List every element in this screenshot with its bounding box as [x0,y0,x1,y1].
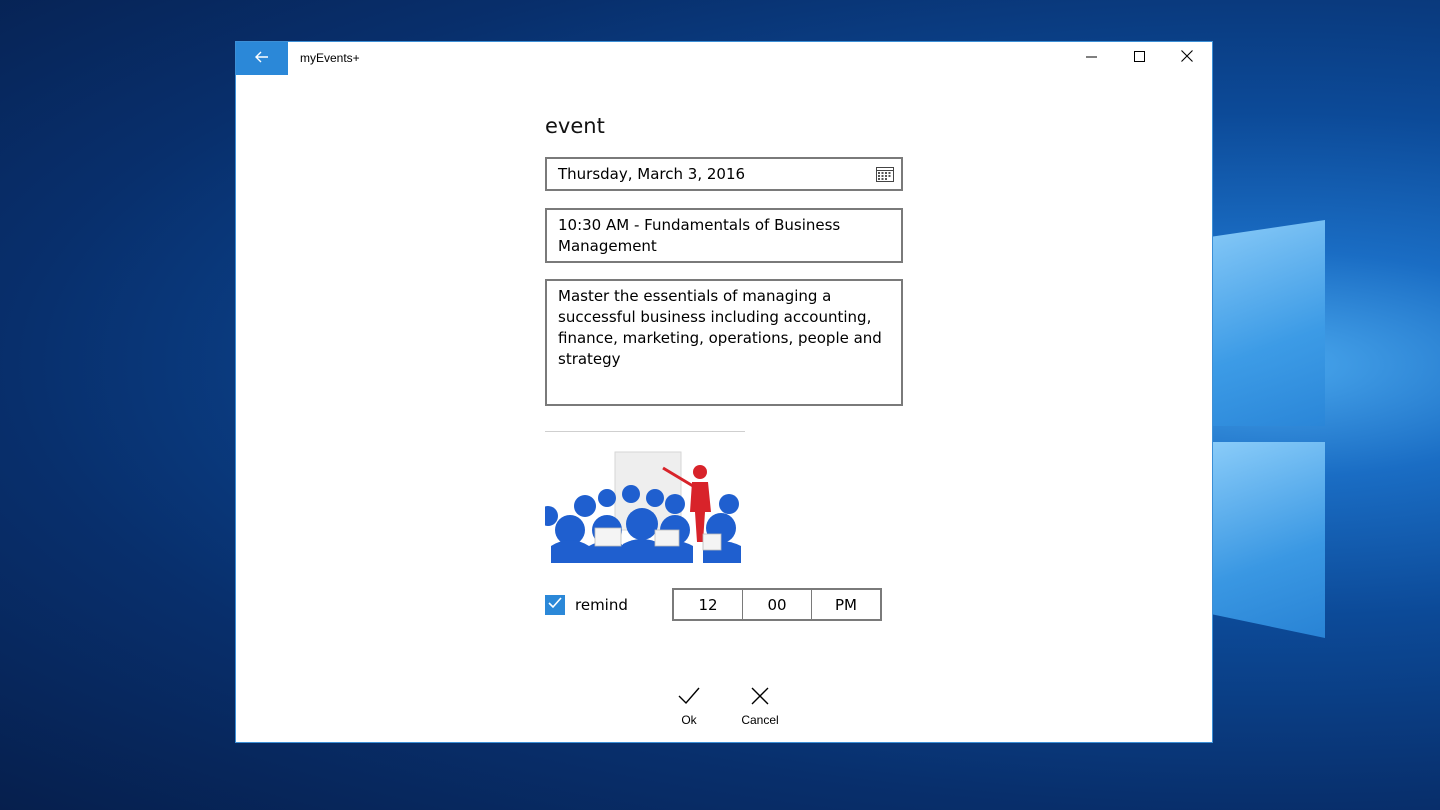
remind-checkbox[interactable] [545,595,565,615]
minute-cell[interactable]: 00 [743,590,812,619]
checkmark-icon [548,596,562,614]
period-cell[interactable]: PM [812,590,880,619]
cancel-button[interactable]: Cancel [730,686,790,727]
event-description-input[interactable]: Master the essentials of managing a succ… [545,279,903,406]
time-picker[interactable]: 12 00 PM [672,588,882,621]
title-bar: myEvents+ [236,42,1212,75]
remind-label: remind [575,596,628,614]
page-title: event [545,114,605,138]
event-image[interactable] [538,450,745,563]
close-icon [1181,49,1193,67]
app-title: myEvents+ [300,51,360,65]
event-title-input[interactable]: 10:30 AM - Fundamentals of Business Mana… [545,208,903,263]
desktop-window-pane-top [1213,220,1325,426]
app-window: myEvents+ event Thursday, March 3, 2016 [235,41,1213,743]
close-button[interactable] [1164,42,1210,74]
divider [545,431,745,432]
reminder-row: remind 12 00 PM [545,588,905,622]
checkmark-icon [678,687,700,710]
calendar-icon[interactable] [876,166,894,188]
date-value: Thursday, March 3, 2016 [558,165,746,183]
cancel-x-icon [750,687,770,710]
hour-cell[interactable]: 12 [674,590,743,619]
desktop-window-pane-bottom [1213,442,1325,638]
cancel-label: Cancel [741,713,779,727]
back-button[interactable] [236,42,288,75]
minimize-icon [1085,49,1097,67]
ok-label: Ok [681,713,697,727]
maximize-icon [1133,49,1145,67]
date-picker[interactable]: Thursday, March 3, 2016 [545,157,903,191]
arrow-left-icon [255,50,269,68]
maximize-button[interactable] [1116,42,1162,74]
minimize-button[interactable] [1068,42,1114,74]
ok-button[interactable]: Ok [659,686,719,727]
